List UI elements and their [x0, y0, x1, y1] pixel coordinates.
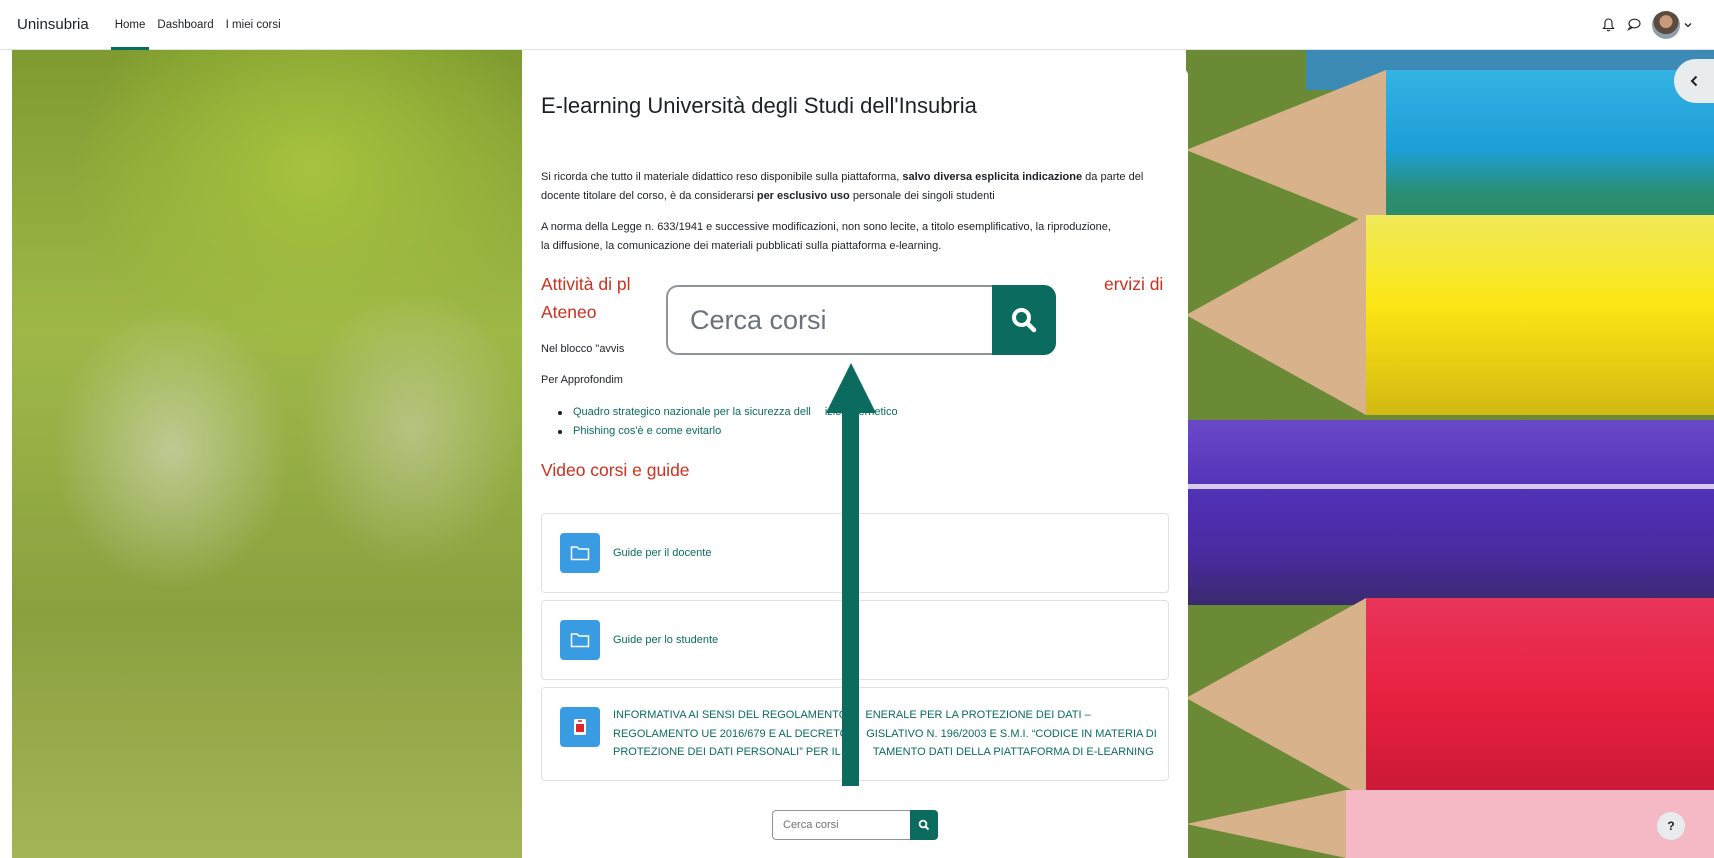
- disclaimer-text-3: docente titolare del corso, è da conside…: [541, 190, 757, 202]
- site-brand[interactable]: Uninsubria: [17, 16, 89, 33]
- course-search-form: [772, 810, 938, 840]
- disclaimer-text-4: personale dei singoli studenti: [849, 190, 995, 202]
- zoomed-search-input[interactable]: Cerca corsi: [666, 285, 992, 355]
- privacy-line-3-right: TAMENTO DATI DELLA PIATTAFORMA DI E-LEAR…: [872, 746, 1154, 759]
- pencil-red: [1186, 598, 1714, 798]
- section-heading-video: Video corsi e guide: [541, 460, 690, 480]
- copyright-line-1: A norma della Legge n. 633/1941 e succes…: [541, 221, 1111, 233]
- link-quadro-text-left: Quadro strategico nazionale per la sicur…: [573, 406, 811, 418]
- heading-phishing-left: Attività di pl: [541, 274, 631, 294]
- privacy-line-3-left: PROTEZIONE DEI DATI PERSONALI” PER IL TR: [613, 746, 858, 759]
- copyright-line-2: la diffusione, la comunicazione dei mate…: [541, 240, 942, 252]
- zoomed-search-callout: Cerca corsi: [666, 285, 1056, 355]
- drawer-toggle-button[interactable]: [1674, 59, 1714, 103]
- disclaimer-bold-2: per esclusivo uso: [756, 190, 850, 202]
- folder-icon: [560, 533, 600, 573]
- nav-my-courses[interactable]: I miei corsi: [220, 0, 287, 50]
- top-navbar: Uninsubria Home Dashboard I miei corsi: [0, 0, 1714, 50]
- activity-label[interactable]: Guide per lo studente: [613, 631, 718, 650]
- nav-dashboard[interactable]: Dashboard: [151, 0, 219, 50]
- privacy-line-1-left: INFORMATIVA AI SENSI DEL REGOLAMENTO: [613, 709, 851, 722]
- bell-icon[interactable]: [1600, 17, 1616, 33]
- pencil-blue: [1186, 70, 1714, 230]
- help-button[interactable]: ?: [1657, 812, 1685, 840]
- folder-icon: [560, 620, 600, 660]
- pencil-yellow: [1186, 215, 1714, 415]
- pencil-purple: [1186, 420, 1714, 605]
- annotation-arrow-head: [826, 363, 876, 413]
- zoomed-search-button[interactable]: [992, 285, 1056, 355]
- pdf-icon: [560, 707, 600, 747]
- disclaimer-bold-1: salvo diversa esplicita indicazione: [902, 171, 1083, 183]
- chevron-down-icon[interactable]: [1684, 17, 1692, 33]
- course-search-input[interactable]: [772, 810, 910, 840]
- heading-phishing-right: ervizi di: [1104, 274, 1164, 294]
- activity-label[interactable]: INFORMATIVA AI SENSI DEL REGOLAMENTO ENE…: [613, 706, 1157, 762]
- disclaimer-text-1: Si ricorda che tutto il materiale didatt…: [541, 171, 903, 183]
- user-navigation: [1600, 10, 1692, 39]
- disclaimer-text-2: da parte del: [1082, 171, 1144, 183]
- privacy-line-1-right: ENERALE PER LA PROTEZIONE DEI DATI –: [865, 709, 1091, 722]
- annotation-arrow-shaft: [842, 408, 859, 786]
- nav-home[interactable]: Home: [109, 0, 152, 50]
- page-margin: [0, 50, 12, 858]
- page-title: E-learning Università degli Studi dell'I…: [541, 93, 977, 118]
- copyright-paragraph: A norma della Legge n. 633/1941 e succes…: [541, 218, 1181, 256]
- disclaimer-paragraph: Si ricorda che tutto il materiale didatt…: [541, 168, 1181, 206]
- activity-label[interactable]: Guide per il docente: [613, 544, 711, 563]
- link-phishing-text: Phishing cos'è e come evitarlo: [573, 425, 722, 437]
- search-icon: [918, 819, 930, 831]
- background-image-pencils: [1186, 50, 1714, 858]
- privacy-line-2-left: REGOLAMENTO UE 2016/679 E AL DECRETO: [613, 727, 852, 740]
- privacy-line-2-right: GISLATIVO N. 196/2003 E S.M.I. “CODICE I…: [866, 727, 1157, 740]
- course-search-button[interactable]: [910, 810, 938, 840]
- user-avatar[interactable]: [1652, 10, 1680, 39]
- heading-phishing-line2: Ateneo: [541, 302, 597, 322]
- pencil-pink: [1186, 790, 1714, 858]
- background-image-left: [12, 50, 522, 858]
- primary-navigation: Home Dashboard I miei corsi: [109, 0, 287, 50]
- search-icon: [1012, 308, 1037, 333]
- chevron-left-icon: [1690, 75, 1697, 87]
- chat-icon[interactable]: [1626, 17, 1642, 33]
